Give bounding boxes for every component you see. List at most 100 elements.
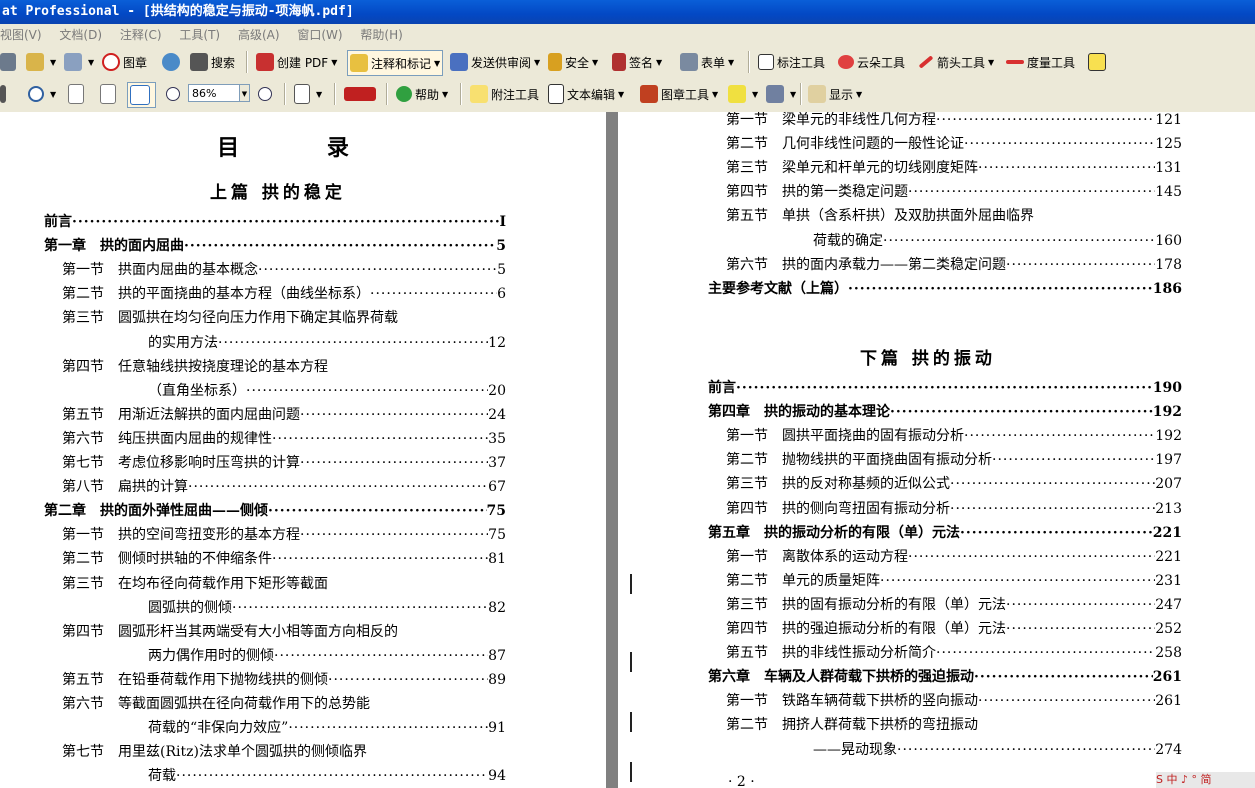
email-button[interactable]: ▼ — [26, 50, 56, 74]
toc-leader-dots: ········································… — [897, 741, 1155, 758]
toc-entry-label: 第三节 — [726, 160, 768, 177]
toc-entry: 第七节 用里兹(Ritz)法求单个圆弧拱的侧倾临界 — [62, 742, 506, 762]
toc-entry: 第四节 拱的侧向弯扭固有振动分析 ·························… — [726, 499, 1182, 519]
cloud-tool-button[interactable]: 云朵工具 — [838, 50, 905, 74]
toc-entry: 第二节 拱的平面挠曲的基本方程（曲线坐标系） ···················… — [62, 284, 506, 304]
toc-entry-text: 圆弧形杆当其两端受有大小相等面方向相反的 — [118, 623, 398, 640]
system-tray[interactable]: S 中 ♪ ° 简 — [1156, 772, 1255, 788]
scan-edge-mark — [630, 652, 632, 672]
forms-button[interactable]: 表单 ▼ — [680, 50, 734, 74]
toc-entry-label: 第一节 — [726, 693, 768, 710]
zoom-input[interactable]: 86% — [188, 84, 240, 102]
pdf-create-icon — [256, 53, 274, 71]
toc-leader-dots: ········································… — [370, 286, 497, 303]
toc-page-number: 252 — [1155, 621, 1182, 637]
toc-page-number: 213 — [1155, 500, 1182, 517]
highlight-button[interactable]: ▼ — [728, 82, 758, 106]
highlighter-icon — [728, 85, 746, 103]
menu-view[interactable]: 视图(V) — [0, 24, 42, 46]
send-review-icon — [450, 53, 468, 71]
lock-icon — [548, 53, 562, 71]
toc-entry-label: 第五章 — [708, 524, 750, 541]
attach-tool-button[interactable]: ▼ — [766, 82, 796, 106]
toc-leader-dots: ········································… — [300, 406, 489, 423]
toc-entry-label: 第三节 — [726, 476, 768, 493]
toc-leader-dots: ········································… — [274, 647, 489, 664]
show-button[interactable]: 显示 ▼ — [808, 82, 862, 106]
toc-page-number: 75 — [488, 527, 506, 544]
fit-width-button[interactable] — [127, 82, 156, 108]
stamp-tool-button[interactable]: 图章工具 ▼ — [640, 82, 718, 106]
create-pdf-button[interactable]: 创建 PDF ▼ — [256, 50, 337, 74]
comment-markup-button[interactable]: 注释和标记 ▼ — [347, 50, 444, 76]
print-button[interactable] — [0, 50, 19, 74]
menu-tools[interactable]: 工具(T) — [179, 24, 220, 46]
zoom-out-button[interactable] — [166, 82, 183, 106]
toc-leader-dots: ········································… — [1006, 596, 1155, 613]
toc-leader-dots: ········································… — [72, 214, 500, 230]
toc-page-number: 261 — [1155, 693, 1182, 710]
help-button[interactable]: 帮助 ▼ — [396, 82, 448, 106]
menu-comments[interactable]: 注释(C) — [120, 24, 162, 46]
toc-entry-label: 第一节 — [62, 262, 104, 279]
yahoo-button[interactable] — [344, 82, 379, 106]
measure-tool-button[interactable]: 度量工具 — [1006, 50, 1075, 74]
zoom-tool-button[interactable]: ▼ — [28, 82, 56, 106]
toc-entry: 第四节 拱的第一类稳定问题 ····························… — [726, 182, 1182, 202]
toc-page-number: 67 — [488, 479, 506, 496]
zoom-dropdown[interactable]: ▼ — [240, 84, 250, 102]
zoom-in-button[interactable] — [258, 82, 275, 106]
toc-leader-dots: ········································… — [908, 548, 1155, 565]
menu-window[interactable]: 窗口(W) — [297, 24, 342, 46]
stamp-button[interactable]: 图章 — [102, 50, 147, 74]
text-box-button[interactable] — [1088, 50, 1109, 74]
menu-advanced[interactable]: 高级(A) — [238, 24, 280, 46]
send-button[interactable] — [162, 50, 183, 74]
scan-edge-mark — [630, 574, 632, 594]
toc-entry-label: 第五节 — [62, 406, 104, 423]
toc-leader-dots: ········································… — [936, 645, 1155, 662]
menu-document[interactable]: 文档(D) — [59, 24, 102, 46]
toc-leader-dots: ········································… — [1006, 256, 1155, 273]
toc-leader-dots: ········································… — [232, 599, 489, 616]
toc-page-number: 121 — [1155, 112, 1182, 128]
page-icon-button[interactable] — [0, 82, 9, 106]
toc-entry: 第一章 拱的面内屈曲 ·······························… — [44, 236, 506, 256]
sign-button[interactable]: 签名 ▼ — [612, 50, 662, 74]
security-button[interactable]: 安全 ▼ — [548, 50, 598, 74]
arrow-tool-button[interactable]: 箭头工具 ▼ — [918, 50, 994, 74]
actual-size-button[interactable] — [68, 82, 87, 106]
toc-page-number: 81 — [488, 551, 506, 568]
globe-envelope-icon — [162, 53, 180, 71]
toc-leader-dots: ········································… — [288, 720, 489, 737]
toc-entry-text: 任意轴线拱按挠度理论的基本方程 — [118, 358, 328, 375]
window-titlebar: at Professional - [拱结构的稳定与振动-项海帆.pdf] — [0, 0, 1255, 24]
cloud-icon — [838, 55, 854, 69]
toc-entry-text: 拱的面内屈曲 — [100, 238, 184, 255]
callout-tool-button[interactable]: 标注工具 — [758, 50, 825, 74]
envelope-icon — [26, 53, 44, 71]
toc-leader-dots: ········································… — [960, 524, 1153, 541]
toc-page-number: 91 — [488, 720, 506, 737]
note-tool-button[interactable]: 附注工具 — [470, 82, 539, 106]
send-review-button[interactable]: 发送供审阅 ▼ — [450, 50, 540, 74]
binoculars-icon — [190, 53, 208, 71]
tray-text: S 中 ♪ ° 简 — [1156, 773, 1212, 786]
toc-page-number: 89 — [488, 671, 506, 688]
toc-page-number: 5 — [497, 262, 506, 279]
document-area[interactable]: 目 录 上篇 拱的稳定 前言 ··························… — [0, 112, 1255, 788]
toc-entry: 第五章 拱的振动分析的有限（单）元法 ·······················… — [708, 523, 1182, 543]
attach-button[interactable]: ▼ — [64, 50, 94, 74]
toc-entry-label: 第四节 — [62, 358, 104, 375]
search-button[interactable]: 搜索 — [190, 50, 235, 74]
toc-entry-text: 拱的侧向弯扭固有振动分析 — [782, 500, 950, 517]
toc-entry: 第一节 圆拱平面挠曲的固有振动分析 ························… — [726, 426, 1182, 446]
toc-entry-text: 拥挤人群荷载下拱桥的弯扭振动 — [782, 717, 978, 734]
toc-entry: 第一节 拱面内屈曲的基本概念 ···························… — [62, 260, 506, 280]
text-edit-button[interactable]: 文本编辑 ▼ — [548, 82, 624, 106]
fit-page-button[interactable] — [100, 82, 119, 106]
rotate-button[interactable]: ▼ — [294, 82, 322, 106]
menu-help[interactable]: 帮助(H) — [360, 24, 402, 46]
toc-entry-text: 梁单元和杆单元的切线刚度矩阵 — [782, 160, 978, 177]
toc-entry: （直角坐标系） ·································… — [148, 381, 506, 401]
